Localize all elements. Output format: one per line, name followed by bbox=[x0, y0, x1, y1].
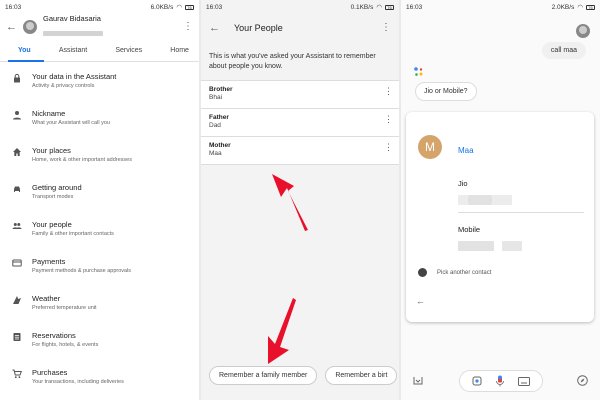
chip-remember-family-member[interactable]: Remember a family member bbox=[209, 366, 318, 385]
status-bar: 16:03 6.0KB/s ◠ 76 bbox=[0, 0, 199, 14]
wifi-icon: ◠ bbox=[176, 4, 182, 11]
input-pill bbox=[459, 370, 543, 392]
cart-icon bbox=[12, 369, 22, 379]
menu-item-payments[interactable]: Payments Payment methods & purchase appro… bbox=[0, 247, 199, 284]
account-header: ← Gaurav Bidasaria ⋮ bbox=[0, 14, 199, 40]
card-icon bbox=[12, 259, 22, 267]
phone-number-redacted[interactable] bbox=[458, 238, 522, 256]
tab-you[interactable]: You bbox=[18, 47, 31, 54]
menu-item-your-people[interactable]: Your people Family & other important cont… bbox=[0, 210, 199, 247]
account-email-redacted bbox=[43, 30, 103, 36]
assistant-conversation-screen: 16:03 2.0KB/s ◠ 76 call maa Jio or Mobil… bbox=[401, 0, 600, 400]
contact-avatar: M bbox=[418, 135, 442, 159]
number-label-mobile[interactable]: Mobile bbox=[458, 225, 480, 234]
explore-compass-icon[interactable] bbox=[577, 375, 588, 386]
pick-another-contact[interactable]: Pick another contact bbox=[418, 268, 491, 277]
status-bar: 16:03 2.0KB/s ◠ 76 bbox=[401, 0, 600, 14]
menu-item-weather[interactable]: Weather Preferred temperature unit bbox=[0, 284, 199, 321]
divider bbox=[458, 212, 584, 213]
network-speed: 6.0KB/s bbox=[150, 3, 174, 11]
tab-services[interactable]: Services bbox=[115, 47, 142, 54]
your-people-screen: 16:03 0.1KB/s ◠ 76 ← Your People ⋮ This … bbox=[201, 0, 399, 400]
settings-menu: Your data in the Assistant Activity & pri… bbox=[0, 62, 199, 395]
menu-item-your-places[interactable]: Your places Home, work & other important … bbox=[0, 136, 199, 173]
list-icon bbox=[13, 333, 21, 341]
contact-card: M Maa Jio Mobile Pick another contact ← bbox=[406, 112, 594, 322]
wifi-icon: ◠ bbox=[577, 4, 583, 11]
battery-icon: 76 bbox=[185, 4, 194, 10]
menu-item-getting-around[interactable]: Getting around Transport modes bbox=[0, 173, 199, 210]
annotation-arrows bbox=[268, 174, 308, 364]
red-arrow-up bbox=[272, 174, 308, 231]
assistant-input-bar bbox=[401, 362, 600, 400]
assistant-logo-icon bbox=[414, 67, 423, 76]
network-speed: 2.0KB/s bbox=[551, 3, 575, 11]
weather-icon bbox=[13, 296, 21, 304]
more-options-icon[interactable]: ⋮ bbox=[183, 22, 193, 32]
microphone-icon[interactable] bbox=[495, 375, 505, 387]
number-label-jio[interactable]: Jio bbox=[458, 179, 468, 188]
assistant-reply-bubble: Jio or Mobile? bbox=[415, 82, 477, 101]
snapshot-icon[interactable] bbox=[413, 376, 423, 385]
status-time: 16:03 bbox=[5, 3, 22, 11]
people-icon bbox=[12, 223, 22, 229]
account-circle-icon bbox=[418, 268, 427, 277]
person-icon bbox=[13, 111, 21, 120]
avatar[interactable] bbox=[23, 20, 37, 34]
suggestion-chips: Remember a family member Remember a birt bbox=[209, 366, 398, 385]
tab-assistant[interactable]: Assistant bbox=[59, 47, 87, 54]
phone-number-redacted[interactable] bbox=[458, 192, 512, 210]
contact-name[interactable]: Maa bbox=[458, 146, 474, 155]
back-arrow-icon[interactable]: ← bbox=[416, 296, 425, 306]
account-name: Gaurav Bidasaria bbox=[43, 13, 101, 23]
tab-home[interactable]: Home bbox=[170, 47, 189, 54]
menu-item-purchases[interactable]: Purchases Your transactions, including de… bbox=[0, 358, 199, 395]
menu-item-nickname[interactable]: Nickname What your Assistant will call yo… bbox=[0, 99, 199, 136]
active-tab-indicator bbox=[8, 60, 44, 62]
chip-remember-birthday[interactable]: Remember a birt bbox=[325, 366, 398, 385]
user-query-bubble: call maa bbox=[541, 42, 586, 59]
car-icon bbox=[14, 186, 20, 192]
menu-item-reservations[interactable]: Reservations For flights, hotels, & event… bbox=[0, 321, 199, 358]
lock-icon bbox=[14, 73, 20, 83]
avatar[interactable] bbox=[576, 24, 590, 38]
red-arrow-down bbox=[268, 298, 296, 364]
keyboard-icon[interactable] bbox=[517, 376, 530, 386]
tab-bar: You Assistant Services Home bbox=[0, 40, 199, 62]
status-time: 16:03 bbox=[406, 3, 423, 11]
menu-item-your-data[interactable]: Your data in the Assistant Activity & pri… bbox=[0, 62, 199, 99]
battery-icon: 76 bbox=[586, 4, 595, 10]
lens-icon[interactable] bbox=[472, 376, 482, 386]
settings-screen: 16:03 6.0KB/s ◠ 76 ← Gaurav Bidasaria ⋮ … bbox=[0, 0, 199, 400]
back-arrow-icon[interactable]: ← bbox=[6, 21, 17, 33]
home-icon bbox=[13, 148, 21, 156]
